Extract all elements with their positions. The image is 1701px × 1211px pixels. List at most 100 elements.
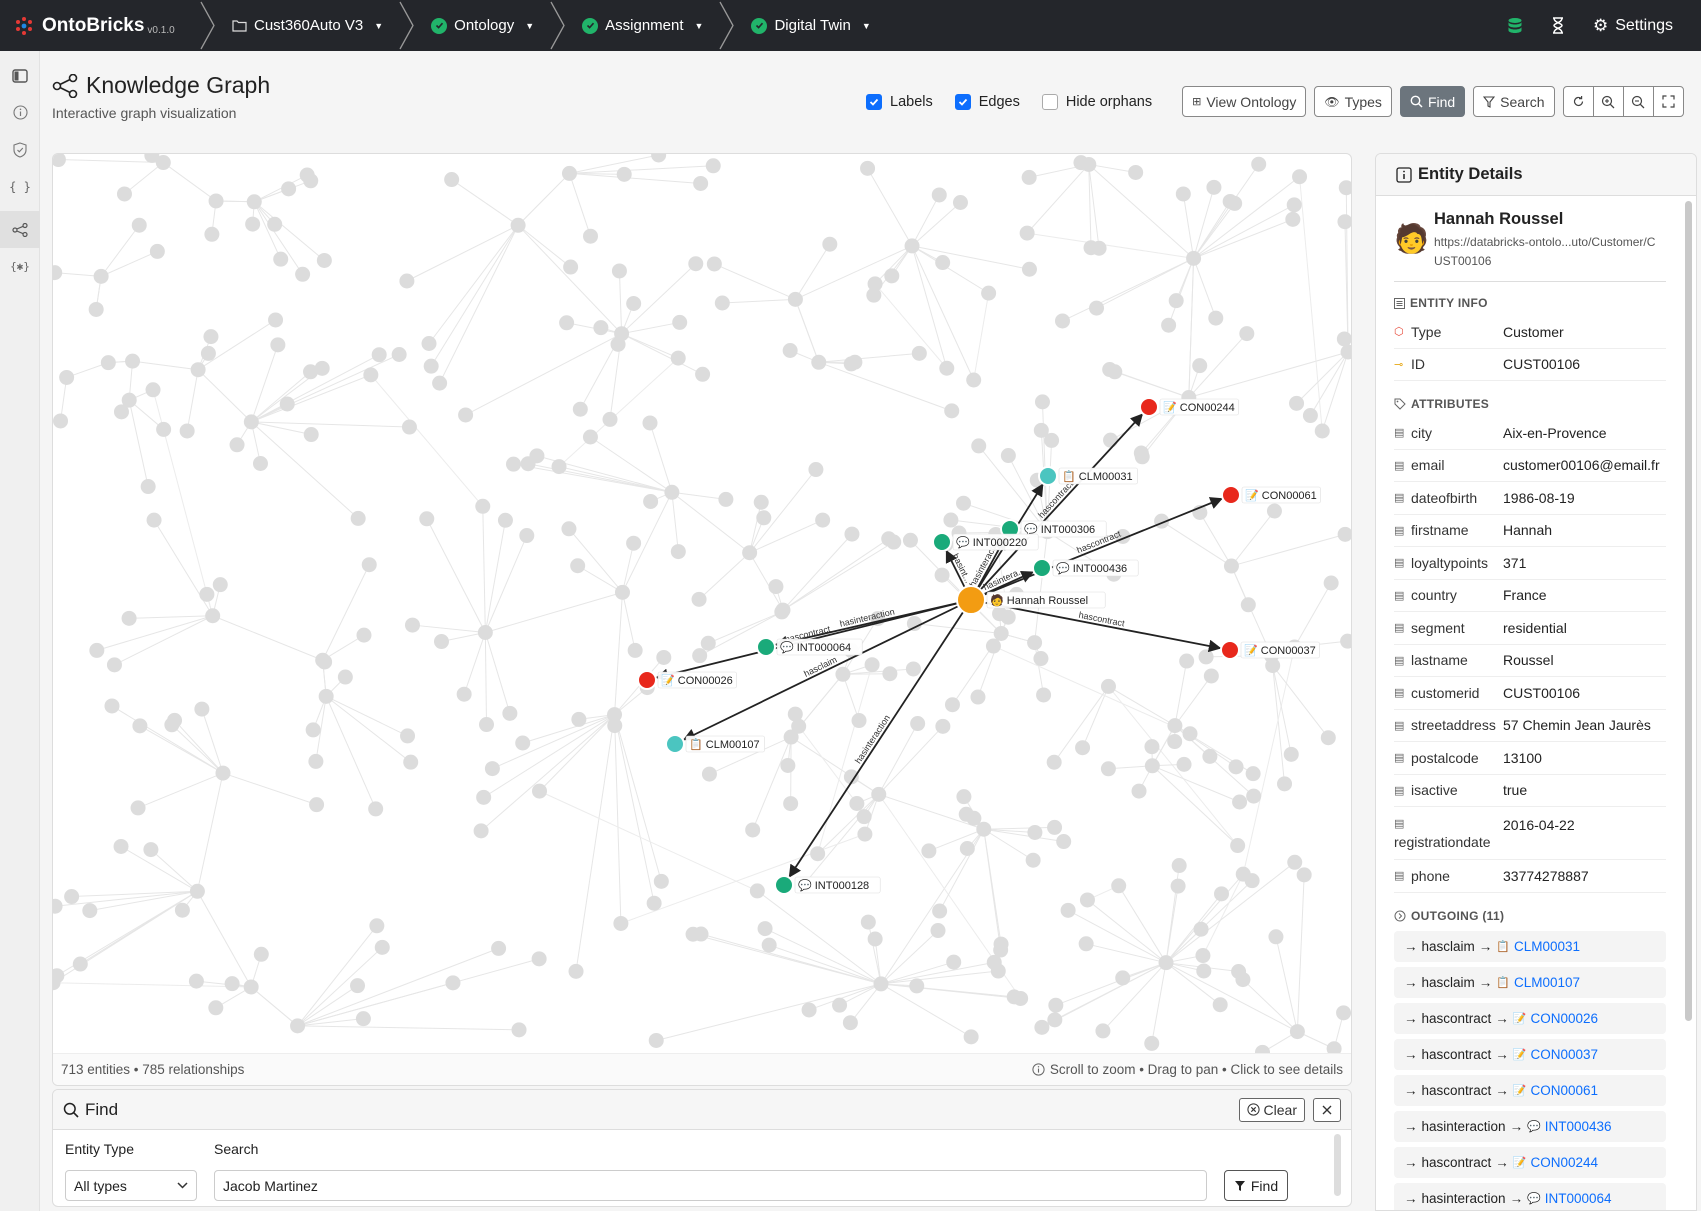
background-node[interactable]: [1283, 746, 1299, 762]
background-node[interactable]: [1213, 886, 1229, 902]
background-node[interactable]: [749, 883, 765, 899]
background-node[interactable]: [572, 401, 588, 417]
background-node[interactable]: [1175, 186, 1191, 202]
background-node[interactable]: [458, 407, 474, 423]
background-node[interactable]: [1286, 197, 1302, 213]
background-node[interactable]: [811, 354, 827, 370]
background-node[interactable]: [477, 624, 493, 640]
background-node[interactable]: [627, 642, 643, 658]
background-node[interactable]: [832, 997, 848, 1013]
background-node[interactable]: [1144, 1035, 1160, 1051]
breadcrumb-project[interactable]: Cust360Auto V3 ▼: [222, 0, 395, 51]
background-node[interactable]: [215, 765, 231, 781]
background-node[interactable]: [140, 479, 156, 495]
background-node[interactable]: [884, 268, 900, 284]
background-node[interactable]: [1192, 358, 1208, 374]
background-node[interactable]: [155, 155, 171, 171]
background-node[interactable]: [1232, 794, 1248, 810]
background-node[interactable]: [670, 350, 686, 366]
background-node[interactable]: [1337, 526, 1352, 542]
zoom-out-icon[interactable]: [1622, 86, 1654, 117]
background-node[interactable]: [194, 701, 210, 717]
background-node[interactable]: [1212, 997, 1228, 1013]
background-node[interactable]: [164, 717, 180, 733]
background-node[interactable]: [93, 268, 109, 284]
background-node[interactable]: [1021, 169, 1037, 185]
background-node[interactable]: [1251, 156, 1267, 172]
background-node[interactable]: [423, 358, 439, 374]
background-node[interactable]: [753, 494, 769, 510]
background-node[interactable]: [53, 413, 69, 429]
background-node[interactable]: [205, 608, 221, 624]
background-node[interactable]: [611, 263, 627, 279]
background-node[interactable]: [149, 243, 165, 259]
graph-canvas[interactable]: hascontracthasclaimhascontracthasinterac…: [52, 153, 1352, 1086]
background-node[interactable]: [910, 716, 926, 732]
background-node[interactable]: [934, 567, 950, 583]
find-submit-button[interactable]: Find: [1224, 1170, 1288, 1201]
background-node[interactable]: [1079, 892, 1095, 908]
background-node[interactable]: [701, 766, 717, 782]
background-node[interactable]: [1230, 838, 1246, 854]
background-node[interactable]: [368, 801, 384, 817]
background-node[interactable]: [1340, 633, 1352, 649]
background-node[interactable]: [570, 558, 586, 574]
breadcrumb-ontology[interactable]: Ontology ▼: [421, 0, 546, 51]
background-node[interactable]: [642, 415, 658, 431]
background-node[interactable]: [337, 669, 353, 685]
background-node[interactable]: [356, 627, 372, 643]
background-node[interactable]: [692, 648, 708, 664]
background-node[interactable]: [782, 343, 798, 359]
background-node[interactable]: [130, 800, 146, 816]
background-node[interactable]: [685, 926, 701, 942]
sidebar-toggle-icon[interactable]: [0, 57, 40, 94]
background-node[interactable]: [104, 698, 120, 714]
background-node[interactable]: [131, 217, 147, 233]
background-node[interactable]: [369, 918, 385, 934]
background-node[interactable]: [664, 484, 680, 500]
background-node[interactable]: [229, 437, 245, 453]
breadcrumb-digital-twin[interactable]: Digital Twin ▼: [741, 0, 882, 51]
background-node[interactable]: [268, 312, 284, 328]
graph-node[interactable]: 📝 CON00061: [1221, 485, 1321, 505]
background-node[interactable]: [921, 843, 937, 859]
background-node[interactable]: [904, 238, 920, 254]
background-node[interactable]: [1158, 955, 1174, 971]
background-node[interactable]: [981, 285, 997, 301]
background-node[interactable]: [810, 846, 826, 862]
background-node[interactable]: [815, 512, 831, 528]
database-icon[interactable]: [1507, 17, 1523, 35]
background-node[interactable]: [1046, 754, 1062, 770]
background-node[interactable]: [706, 256, 722, 272]
outgoing-relation-row[interactable]: → hasclaim → 📋 CLM00031: [1394, 930, 1666, 962]
background-node[interactable]: [976, 821, 992, 837]
background-node[interactable]: [1176, 756, 1192, 772]
background-node[interactable]: [1287, 854, 1303, 870]
background-node[interactable]: [857, 826, 873, 842]
background-node[interactable]: [610, 336, 626, 352]
background-node[interactable]: [1198, 649, 1214, 665]
background-node[interactable]: [531, 951, 547, 967]
background-node[interactable]: [866, 287, 882, 303]
background-node[interactable]: [1000, 609, 1016, 625]
background-node[interactable]: [867, 931, 883, 947]
background-node[interactable]: [1100, 761, 1116, 777]
background-node[interactable]: [253, 946, 269, 962]
background-node[interactable]: [1235, 866, 1251, 882]
background-node[interactable]: [1186, 250, 1202, 266]
background-node[interactable]: [1314, 423, 1330, 439]
background-node[interactable]: [246, 194, 262, 210]
background-node[interactable]: [856, 809, 872, 825]
background-node[interactable]: [643, 493, 659, 509]
background-node[interactable]: [670, 544, 686, 560]
background-node[interactable]: [399, 273, 415, 289]
background-node[interactable]: [64, 889, 80, 905]
background-node[interactable]: [1277, 776, 1293, 792]
background-node[interactable]: [1208, 310, 1224, 326]
background-node[interactable]: [966, 372, 982, 388]
fullscreen-icon[interactable]: [1652, 86, 1684, 117]
background-node[interactable]: [1170, 878, 1186, 894]
background-node[interactable]: [705, 158, 721, 174]
background-node[interactable]: [1285, 211, 1301, 227]
background-node[interactable]: [315, 652, 331, 668]
